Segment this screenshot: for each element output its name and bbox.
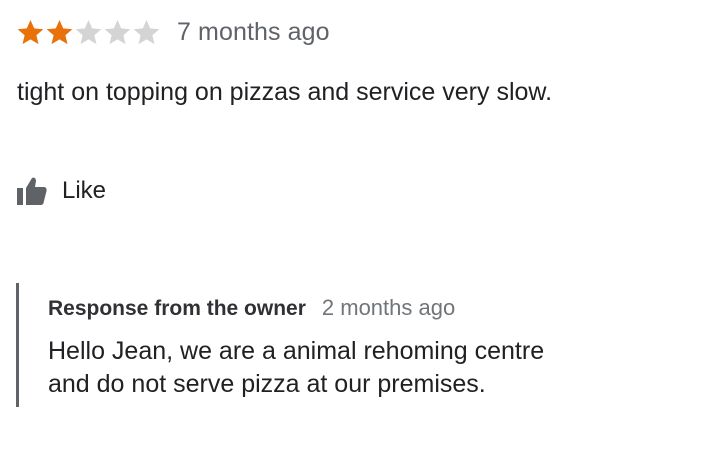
star-empty-icon	[132, 18, 161, 47]
review-time-ago: 7 months ago	[177, 17, 330, 46]
star-rating	[16, 18, 161, 47]
like-label: Like	[62, 177, 107, 204]
review-text: tight on topping on pizzas and service v…	[17, 78, 553, 106]
like-button[interactable]: Like	[16, 174, 106, 208]
review-card: 7 months ago tight on topping on pizzas …	[0, 0, 704, 461]
response-header: Response from the owner 2 months ago	[48, 295, 455, 321]
star-empty-icon	[74, 18, 103, 47]
thumbs-up-icon	[16, 176, 48, 206]
response-title: Response from the owner	[48, 297, 306, 320]
owner-response: Response from the owner 2 months ago Hel…	[16, 283, 676, 407]
response-body-line: Hello Jean, we are a animal rehoming cen…	[48, 337, 545, 365]
rating-row: 7 months ago	[16, 14, 330, 50]
star-empty-icon	[103, 18, 132, 47]
response-divider-bar	[16, 283, 19, 407]
response-body-line: and do not serve pizza at our premises.	[48, 370, 486, 398]
response-body: Hello Jean, we are a animal rehoming cen…	[48, 335, 668, 401]
star-filled-icon	[16, 18, 45, 47]
star-filled-icon	[45, 18, 74, 47]
response-time-ago: 2 months ago	[321, 295, 456, 320]
